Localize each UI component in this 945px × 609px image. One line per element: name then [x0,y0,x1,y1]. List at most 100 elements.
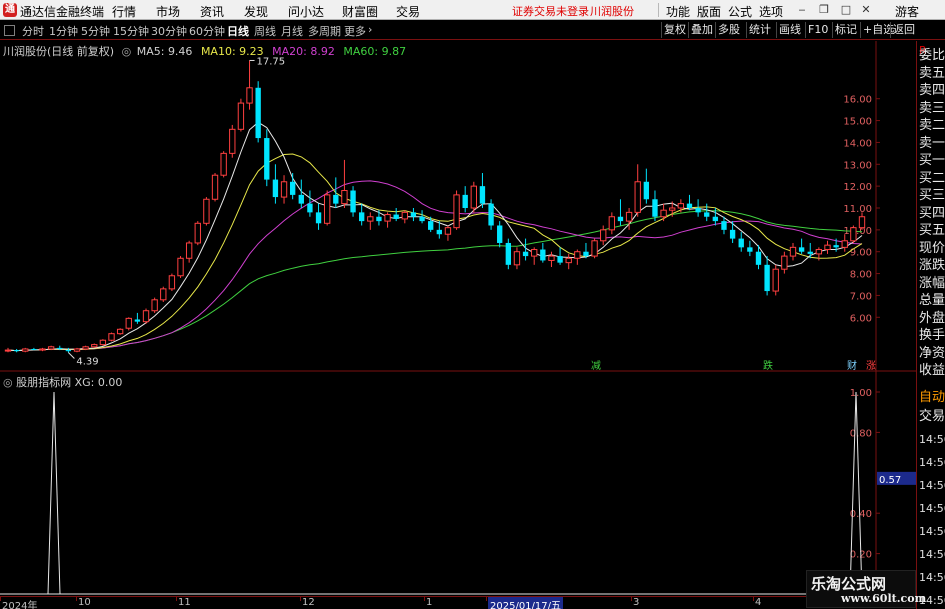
overlay-button[interactable]: 叠加 [688,22,715,38]
login-warning[interactable]: 证券交易未登录 [512,3,589,19]
watermark-url: www.60lt.com [841,592,927,605]
candle-body [497,225,503,243]
menu-item-wenxiaoda[interactable]: 问小达 [288,3,324,20]
candle-body [841,240,848,248]
indicator-tick-label: 0.80 [850,428,872,439]
candle-body [738,238,744,248]
app-logo-icon: 通 [3,3,17,17]
menu-item-shichang[interactable]: 市场 [156,3,180,20]
sidebar-label[interactable]: 买三 [919,184,945,203]
restore-icon[interactable]: ❐ [816,2,832,18]
tab-daily[interactable]: 日线 [227,23,249,39]
price-tick-label: 16.00 [843,95,872,106]
tab-5min[interactable]: 5分钟 [81,23,110,39]
maximize-icon[interactable]: □ [838,2,854,18]
fuquan-button[interactable]: 复权 [661,22,688,38]
watermark-title: 乐淘公式网 [811,575,887,593]
sidebar-label[interactable]: 交易 [919,405,945,424]
candle-body [712,216,719,222]
sidebar-label[interactable]: 买一 [919,149,945,168]
menu-item-gongneng[interactable]: 功能 [666,3,690,20]
price-tick-label: 6.00 [850,313,872,324]
tab-more[interactable]: 更多 [344,23,366,39]
event-marker: 涨 [866,360,876,372]
ma10-label: MA10: [200,45,236,58]
menu-item-faxian[interactable]: 发现 [244,3,268,20]
multi-stock-button[interactable]: 多股 [715,22,742,38]
menu-item-xuanxiang[interactable]: 选项 [759,3,783,20]
back-button[interactable]: 返回 [890,22,917,38]
sidebar-label[interactable]: 买四 [919,202,945,221]
candle-body [168,275,176,290]
sidebar-label[interactable]: 外盘 [919,307,945,326]
menu-item-jiaoyi[interactable]: 交易 [396,3,420,20]
sidebar-label[interactable]: 涨跌 [919,254,945,273]
close-icon[interactable]: ✕ [858,2,874,18]
candle-body [729,229,736,239]
draw-line-button[interactable]: 画线 [776,22,803,38]
tab-multi-period[interactable]: 多周期 [308,23,341,39]
candle-body [142,310,150,323]
sidebar-label[interactable]: 净资 [919,342,945,361]
price-tick-label: 13.00 [843,160,872,171]
f10-button[interactable]: F10 [805,22,830,38]
legend-toggle-icon[interactable]: ◎ [122,45,132,58]
chart-title: 川润股份(日线 前复权) [3,45,115,58]
indicator-toggle-icon[interactable]: ◎ [3,376,13,389]
user-label[interactable]: 游客 [895,3,919,20]
candle-body [289,181,296,195]
date-tick [300,597,301,601]
price-tick-label: 11.00 [843,204,872,215]
menu-item-caifuquan[interactable]: 财富圈 [342,3,378,20]
candle-body [203,198,210,224]
menu-item-zixun[interactable]: 资讯 [200,3,224,20]
candle-body [341,190,348,205]
candle-body [444,227,452,235]
menu-item-gongshi[interactable]: 公式 [728,3,752,20]
tick-time: 14:56 [919,456,945,469]
tick-time: 14:56 [919,502,945,515]
candle-body [479,186,486,204]
date-label: 10 [78,597,91,608]
tab-fenshi[interactable]: 分时 [22,23,44,39]
ma60-label: MA60: [343,45,379,58]
candle-body [747,247,753,252]
sidebar-label[interactable]: 涨幅 [919,272,945,291]
sidebar-label[interactable]: 总量 [919,289,945,308]
sidebar-label[interactable]: 委比 [919,44,945,63]
stats-button[interactable]: 统计 [746,22,773,38]
candle-body [99,339,107,346]
tab-60min[interactable]: 60分钟 [189,23,225,39]
candle-body [177,257,184,277]
tab-15min[interactable]: 15分钟 [113,23,149,39]
tick-time: 14:56 [919,571,945,584]
tab-monthly[interactable]: 月线 [281,23,303,39]
sidebar-label[interactable]: 换手 [919,324,945,343]
toolbar-checkbox[interactable] [4,25,15,36]
tab-weekly[interactable]: 周线 [254,23,276,39]
sidebar-label[interactable]: 卖二 [919,114,945,133]
sidebar-label[interactable]: 现价 [919,237,945,256]
sidebar-label[interactable]: 收益 [919,359,945,378]
sidebar-label[interactable]: 买五 [919,219,945,238]
candle-body [574,251,581,259]
sidebar-label[interactable]: 卖一 [919,132,945,151]
sidebar-label[interactable]: 自动 [919,386,945,405]
candle-body [462,194,468,208]
menu-item-banmian[interactable]: 版面 [697,3,721,20]
sidebar-label[interactable]: 卖四 [919,79,945,98]
candle-body [116,328,124,335]
minimize-icon[interactable]: ‒ [794,2,810,18]
sidebar-label[interactable]: 买二 [919,167,945,186]
kline-chart[interactable]: 16.0015.0014.0013.0012.0011.0010.009.008… [0,41,916,372]
tab-30min[interactable]: 30分钟 [151,23,187,39]
indicator-chart[interactable]: 1.000.800.570.400.20 [0,372,916,596]
mark-button[interactable]: 标记 [832,22,859,38]
tab-1min[interactable]: 1分钟 [49,23,78,39]
menu-item-hangqing[interactable]: 行情 [112,3,136,20]
sidebar-label[interactable]: 卖五 [919,62,945,81]
more-chevron-icon[interactable]: › [368,23,372,36]
candle-body [134,319,141,322]
candle-body [428,221,434,230]
sidebar-label[interactable]: 卖三 [919,97,945,116]
